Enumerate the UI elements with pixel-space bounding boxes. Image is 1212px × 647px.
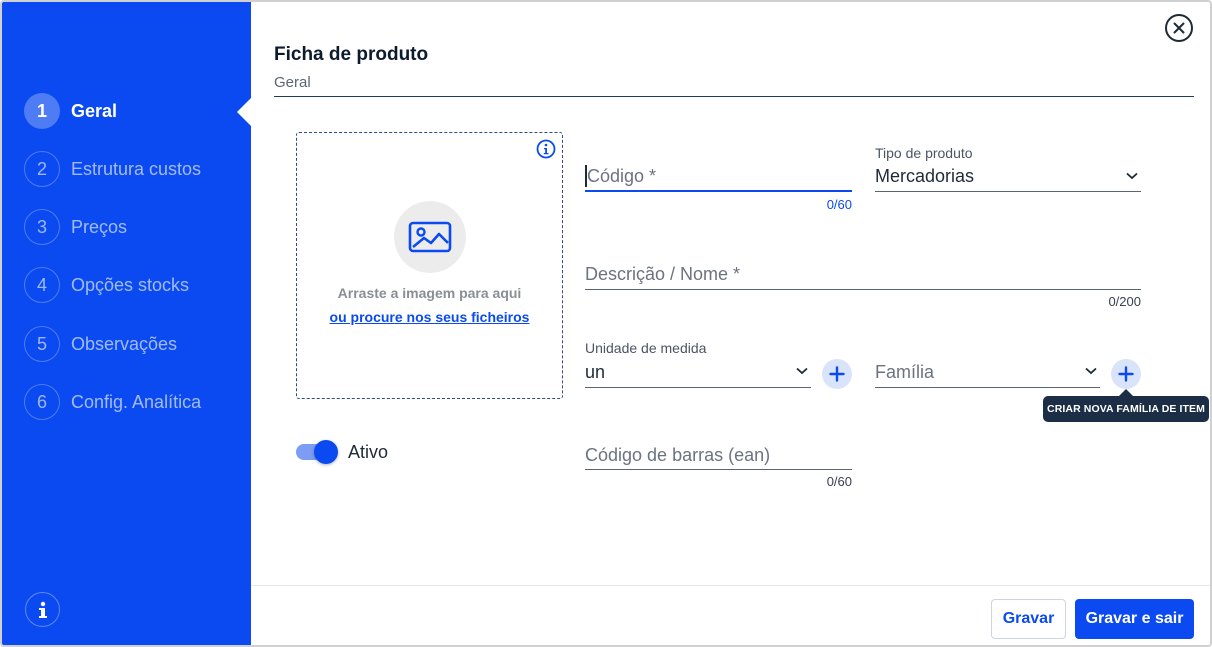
step-label: Estrutura custos [71, 158, 202, 179]
step-label: Geral [71, 100, 118, 121]
step-precos[interactable]: 3 Preços [24, 209, 127, 245]
descricao-placeholder: Descrição / Nome * [585, 264, 741, 284]
header-divider [274, 96, 1194, 97]
drag-instructions: Arraste a imagem para aqui [337, 285, 522, 301]
add-unidade-button[interactable] [822, 359, 852, 389]
image-dropzone[interactable]: Arraste a imagem para aqui ou procure no… [296, 132, 563, 399]
save-button[interactable]: Gravar [991, 599, 1066, 639]
tipo-produto-label: Tipo de produto [875, 145, 973, 161]
step-number: 1 [24, 93, 60, 129]
plus-icon [1118, 366, 1134, 382]
ativo-label: Ativo [348, 442, 389, 462]
tipo-produto-select[interactable]: Tipo de produto Mercadorias [875, 145, 1141, 195]
browse-files-link[interactable]: ou procure nos seus ficheiros [297, 309, 562, 325]
tooltip: CRIAR NOVA FAMÍLIA DE ITEM [1043, 389, 1209, 422]
unidade-medida-select[interactable]: Unidade de medida un [585, 340, 811, 390]
step-config-analitica[interactable]: 6 Config. Analítica [24, 384, 201, 420]
step-number: 5 [24, 326, 60, 362]
step-number: 2 [24, 151, 60, 187]
toggle-knob [314, 440, 338, 464]
step-number: 4 [24, 267, 60, 303]
familia-underline [875, 387, 1100, 388]
step-geral[interactable]: 1 Geral [24, 93, 117, 129]
footer-bar: Gravar Gravar e sair [251, 585, 1210, 645]
dialog-window: 1 Geral 2 Estrutura custos 3 Preços 4 Op… [0, 0, 1212, 647]
step-estrutura-custos[interactable]: 2 Estrutura custos [24, 151, 201, 187]
page-subtitle: Geral [274, 74, 311, 91]
tipo-produto-value: Mercadorias [875, 166, 975, 186]
codigo-barras-field[interactable]: Código de barras (ean) 0/60 [585, 442, 852, 492]
unidade-medida-value: un [585, 362, 606, 382]
active-step-pointer [237, 98, 251, 126]
ativo-toggle[interactable] [296, 440, 340, 464]
descricao-counter: 0/200 [1108, 294, 1141, 309]
step-opcoes-stocks[interactable]: 4 Opções stocks [24, 267, 189, 303]
add-familia-button[interactable] [1111, 359, 1141, 389]
codigo-counter: 0/60 [826, 197, 852, 212]
codigo-barras-placeholder: Código de barras (ean) [585, 445, 771, 465]
descricao-underline [585, 289, 1141, 290]
chevron-down-icon [796, 367, 808, 375]
codigo-field[interactable]: Código * 0/60 [585, 152, 852, 214]
step-label: Preços [71, 216, 128, 237]
step-label: Config. Analítica [71, 391, 202, 412]
unidade-medida-label: Unidade de medida [585, 340, 707, 356]
familia-select[interactable]: Família [875, 358, 1100, 388]
codigo-barras-underline [585, 469, 852, 470]
step-number: 3 [24, 209, 60, 245]
main-panel: Ficha de produto Geral Arraste a imagem … [251, 2, 1210, 645]
codigo-barras-counter: 0/60 [826, 474, 852, 489]
codigo-underline [585, 190, 852, 192]
info-icon[interactable] [25, 592, 60, 627]
codigo-placeholder: Código * [587, 166, 657, 186]
step-label: Opções stocks [71, 274, 190, 295]
chevron-down-icon [1085, 367, 1097, 375]
familia-placeholder: Família [875, 362, 935, 382]
close-icon[interactable] [1165, 14, 1193, 42]
chevron-down-icon [1126, 172, 1138, 180]
page-title: Ficha de produto [274, 44, 429, 65]
descricao-field[interactable]: Descrição / Nome * 0/200 [585, 260, 1141, 310]
image-icon [394, 201, 466, 273]
plus-icon [829, 366, 845, 382]
step-label: Observações [71, 333, 178, 354]
step-number: 6 [24, 384, 60, 420]
wizard-sidebar: 1 Geral 2 Estrutura custos 3 Preços 4 Op… [2, 2, 251, 645]
tipo-produto-underline [875, 191, 1141, 192]
info-icon[interactable] [536, 139, 556, 159]
step-observacoes[interactable]: 5 Observações [24, 326, 177, 362]
save-and-exit-button[interactable]: Gravar e sair [1075, 599, 1194, 639]
unidade-medida-underline [585, 387, 811, 388]
